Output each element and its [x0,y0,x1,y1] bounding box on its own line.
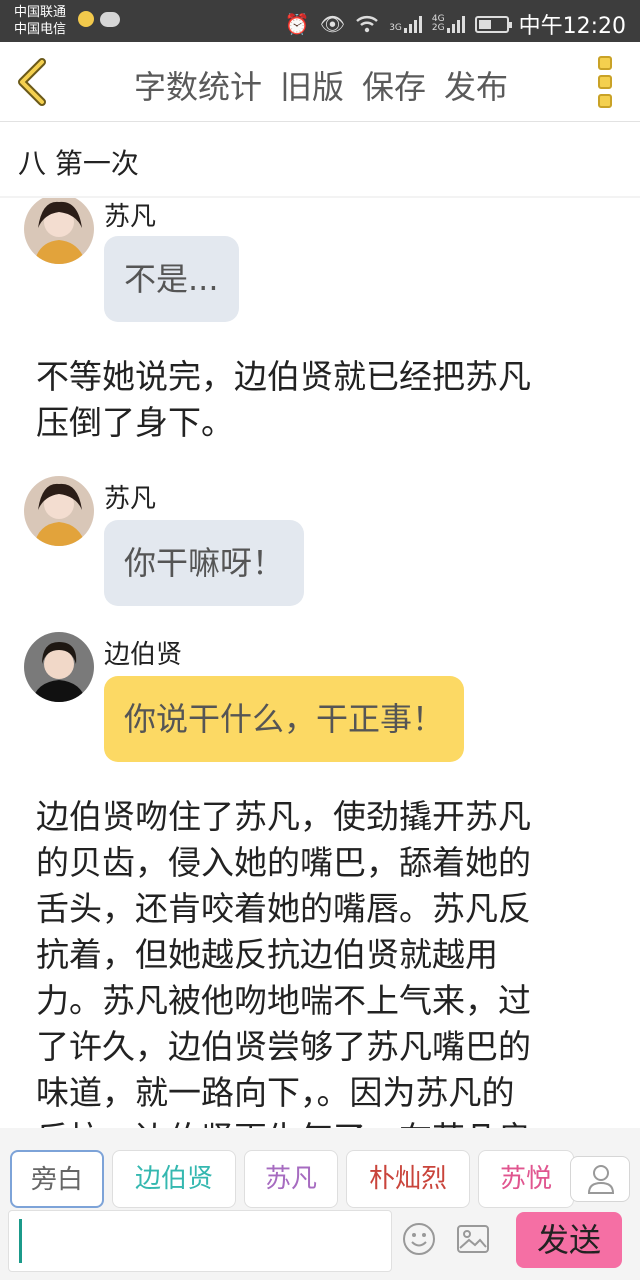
message-input[interactable] [8,1210,392,1272]
carrier-info: 中国联通 中国电信 [14,4,66,38]
eye-icon: 👁 [319,12,346,36]
image-icon [457,1225,489,1253]
role-chip-su-yue[interactable]: 苏悦 [478,1150,574,1208]
emoji-button[interactable] [402,1222,436,1256]
role-chip-bian-boxian[interactable]: 边伯贤 [112,1150,236,1208]
signal-1: 3G [389,15,422,33]
message-bubble[interactable]: 你干嘛呀！ [104,520,305,606]
chat-message[interactable]: 边伯贤 你说干什么，干正事！ [0,632,640,766]
chapter-header: 八 第一次 [0,122,640,198]
word-count-button[interactable]: 字数统计 [134,62,262,108]
role-chip-su-fan[interactable]: 苏凡 [244,1150,338,1208]
role-chip-park-chanyeol[interactable]: 朴灿烈 [346,1150,470,1208]
role-chip-narrator[interactable]: 旁白 [10,1150,104,1208]
avatar [24,476,94,546]
lightbulb-icon [78,11,94,27]
alarm-icon: ⏰ [284,12,310,36]
sender-name: 边伯贤 [104,640,183,670]
send-button[interactable]: 发送 [516,1212,622,1268]
message-bubble[interactable]: 不是... [104,236,239,322]
chat-message[interactable]: 苏凡 不是... [0,198,640,328]
back-button[interactable] [14,56,54,108]
user-icon [587,1165,615,1194]
chevron-left-icon [18,58,46,106]
battery-icon [474,15,512,33]
role-selector: 旁白 边伯贤 苏凡 朴灿烈 苏悦 [0,1128,640,1210]
more-dot-icon [598,94,612,108]
chat-message[interactable]: 苏凡 你干嘛呀！ [0,476,640,610]
wifi-icon [356,16,379,33]
chat-notification-icon [100,11,120,27]
avatar [24,632,94,702]
carrier-1: 中国联通 [14,5,67,20]
chapter-title[interactable]: 八 第一次 [18,142,139,182]
text-caret [19,1219,22,1263]
old-version-button[interactable]: 旧版 [280,62,344,108]
input-bar: 发送 [0,1210,640,1280]
signal-bars-icon [403,15,422,33]
message-bubble[interactable]: 你说干什么，干正事！ [104,676,465,762]
more-menu-button[interactable] [594,56,616,108]
image-button[interactable] [456,1224,490,1254]
sender-name: 苏凡 [104,202,157,232]
narration-text[interactable]: 边伯贤吻住了苏凡，使劲撬开苏凡 的贝齿，侵入她的嘴巴，舔着她的 舌头，还肯咬着她… [36,794,606,1128]
add-role-button[interactable] [570,1156,630,1202]
save-button[interactable]: 保存 [362,62,426,108]
more-dot-icon [598,56,612,70]
clock: 中午12:20 [518,14,626,39]
story-content[interactable]: 苏凡 不是... 不等她说完，边伯贤就已经把苏凡 压倒了身下。 苏凡 你干嘛呀！… [0,198,640,1128]
status-bar: 中国联通 中国电信 ⏰ 👁 3G 4G 2G 中午12:20 [0,0,640,42]
avatar [24,198,94,264]
smiley-icon [403,1223,435,1255]
signal-2: 4G 2G [432,15,465,33]
carrier-2: 中国电信 [14,22,67,37]
publish-button[interactable]: 发布 [444,62,508,108]
narration-text[interactable]: 不等她说完，边伯贤就已经把苏凡 压倒了身下。 [36,354,606,446]
editor-toolbar: 字数统计 旧版 保存 发布 [0,42,640,122]
signal-bars-icon [446,15,465,33]
sender-name: 苏凡 [104,484,157,514]
more-dot-icon [598,75,612,89]
